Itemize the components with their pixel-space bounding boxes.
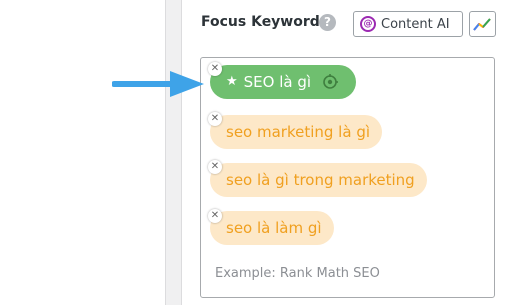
star-icon: ★ (226, 74, 238, 89)
primary-keyword-tag[interactable]: ★ SEO là gì (210, 65, 356, 99)
remove-keyword-button[interactable]: ✕ (208, 112, 222, 126)
trending-line-icon (473, 18, 491, 31)
secondary-keyword-label: seo marketing là gì (226, 123, 371, 141)
content-ai-button[interactable]: @ Content AI (353, 11, 463, 37)
secondary-keyword-tag[interactable]: seo là gì trong marketing (210, 163, 427, 197)
secondary-keyword-tag[interactable]: seo marketing là gì (210, 115, 383, 149)
secondary-keyword-label: seo là làm gì (226, 219, 322, 237)
remove-keyword-button[interactable]: ✕ (208, 160, 222, 174)
content-ai-icon: @ (360, 16, 376, 32)
secondary-keyword-label: seo là gì trong marketing (226, 171, 415, 189)
primary-keyword-label: SEO là gì (243, 73, 312, 91)
panel-divider (165, 0, 182, 305)
content-ai-label: Content AI (381, 16, 450, 32)
left-panel (0, 0, 165, 305)
remove-keyword-button[interactable]: ✕ (208, 209, 222, 223)
remove-keyword-button[interactable]: ✕ (208, 62, 222, 76)
focus-keyword-label: Focus Keyword (201, 14, 320, 30)
pillar-content-icon[interactable] (321, 73, 339, 91)
trends-button[interactable] (469, 11, 496, 37)
secondary-keyword-tag[interactable]: seo là làm gì (210, 211, 334, 245)
help-icon[interactable]: ? (319, 14, 336, 31)
keyword-input-placeholder[interactable]: Example: Rank Math SEO (215, 266, 380, 281)
pointer-arrow-icon (112, 71, 204, 97)
